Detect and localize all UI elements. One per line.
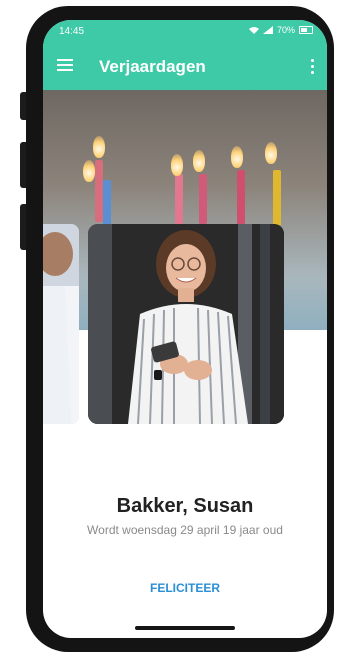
status-icons: 70%	[248, 25, 313, 35]
birthday-text: Wordt woensdag 29 april 19 jaar oud	[87, 523, 283, 537]
battery-icon	[299, 26, 313, 34]
candle	[175, 174, 183, 230]
previous-person-photo	[43, 224, 79, 424]
candle-flame	[93, 136, 105, 158]
navigation-handle[interactable]	[135, 626, 235, 630]
status-time: 14:45	[59, 26, 85, 37]
more-vert-icon[interactable]	[305, 56, 319, 76]
previous-person-card[interactable]	[43, 224, 79, 424]
candle-flame	[83, 160, 95, 182]
candle-flame	[265, 142, 277, 164]
person-photo-card[interactable]	[88, 224, 284, 424]
candle	[273, 170, 281, 226]
candle-flame	[193, 150, 205, 172]
status-bar: 14:45 70%	[43, 20, 327, 42]
menu-icon[interactable]	[55, 56, 75, 76]
candle	[103, 180, 111, 230]
signal-icon	[262, 26, 273, 34]
person-name: Bakker, Susan	[116, 495, 254, 517]
candle	[95, 160, 103, 222]
candle	[199, 174, 207, 224]
wifi-icon	[248, 27, 259, 34]
congratulate-button[interactable]: FELICITEER	[135, 576, 235, 600]
person-photo	[88, 224, 284, 424]
phone-screen: 14:45 70% Verjaardagen Bakker, Susan Wor…	[43, 20, 327, 638]
app-bar: Verjaardagen	[43, 42, 327, 90]
candle-flame	[231, 146, 243, 168]
app-title: Verjaardagen	[99, 57, 206, 76]
candle	[237, 170, 245, 226]
candle-flame	[171, 154, 183, 176]
battery-percentage: 70%	[276, 25, 295, 35]
